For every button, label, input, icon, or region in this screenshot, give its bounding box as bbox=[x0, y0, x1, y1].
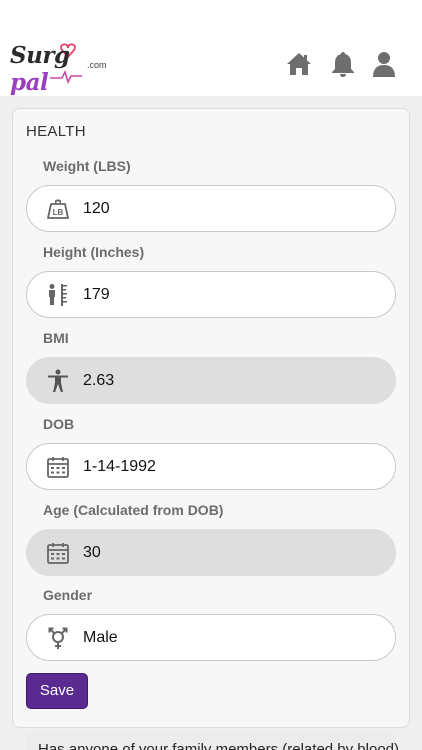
surgpal-logo[interactable]: Surgpal .com bbox=[10, 40, 120, 96]
gender-label: Gender bbox=[43, 587, 93, 603]
calendar-icon bbox=[47, 543, 69, 564]
weight-value: 120 bbox=[83, 200, 110, 217]
save-button[interactable]: Save bbox=[26, 673, 88, 709]
height-label: Height (Inches) bbox=[43, 244, 145, 260]
gender-icon bbox=[48, 627, 68, 649]
logo-suffix: .com bbox=[87, 60, 107, 70]
bell-icon[interactable] bbox=[329, 50, 357, 78]
age-field: 30 bbox=[26, 529, 396, 576]
dob-field[interactable]: 1-14-1992 bbox=[26, 443, 396, 490]
app-header: Surgpal .com bbox=[0, 0, 422, 96]
weight-label: Weight (LBS) bbox=[43, 158, 131, 174]
age-value: 30 bbox=[83, 544, 101, 561]
height-field[interactable]: 179 bbox=[26, 271, 396, 318]
weight-field[interactable]: LB 120 bbox=[26, 185, 396, 232]
weight-icon: LB bbox=[47, 199, 69, 219]
bmi-value: 2.63 bbox=[83, 372, 115, 389]
age-label: Age (Calculated from DOB) bbox=[43, 502, 224, 518]
gender-field[interactable]: Male bbox=[26, 614, 396, 661]
user-icon[interactable] bbox=[371, 50, 399, 78]
home-icon[interactable] bbox=[285, 50, 313, 78]
svg-text:LB: LB bbox=[53, 208, 64, 217]
height-ruler-icon bbox=[49, 284, 67, 306]
calendar-icon bbox=[47, 457, 69, 478]
bmi-field: 2.63 bbox=[26, 357, 396, 404]
dob-value: 1-14-1992 bbox=[83, 458, 156, 475]
family-history-question: Has anyone of your family members (relat… bbox=[38, 741, 399, 750]
person-icon bbox=[48, 369, 68, 392]
section-title: HEALTH bbox=[26, 123, 86, 140]
gender-value: Male bbox=[83, 629, 118, 646]
height-value: 179 bbox=[83, 286, 110, 303]
dob-label: DOB bbox=[43, 416, 75, 432]
bmi-label: BMI bbox=[43, 330, 69, 346]
